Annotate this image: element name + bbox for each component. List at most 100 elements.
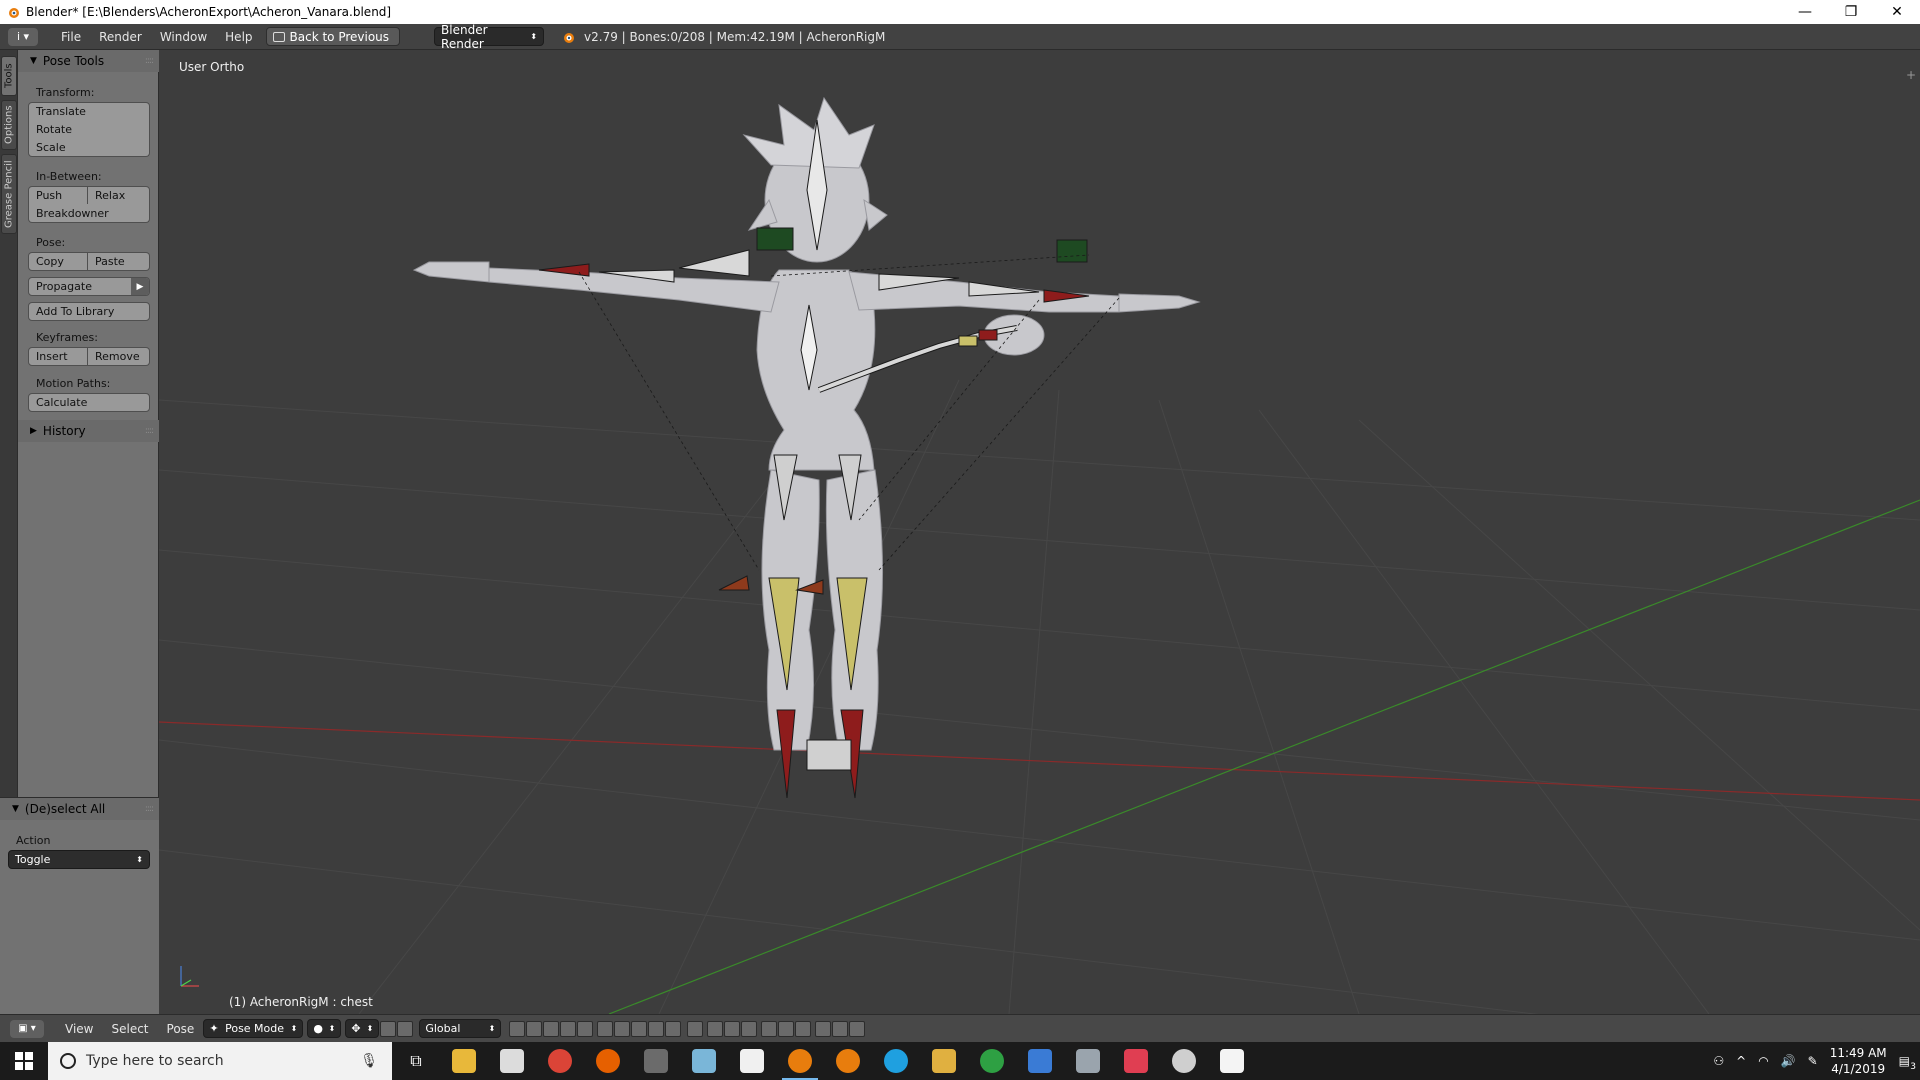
expand-menu-icon[interactable]: ▶: [131, 278, 149, 295]
taskbar-blender[interactable]: [824, 1042, 872, 1080]
manipulator-toggle-icon[interactable]: [380, 1020, 397, 1037]
menu-pose[interactable]: Pose: [158, 1022, 204, 1036]
rotate-button[interactable]: Rotate: [28, 120, 150, 139]
viewport-shading-select[interactable]: ● ⬍: [307, 1019, 342, 1038]
render-engine-select[interactable]: Blender Render ⬍: [434, 23, 545, 51]
close-button[interactable]: ✕: [1874, 0, 1920, 24]
taskbar-app-5[interactable]: [968, 1042, 1016, 1080]
region-toggle-icon[interactable]: +: [1906, 68, 1916, 82]
lock-to-object-icon[interactable]: [687, 1020, 704, 1037]
layer-button-8[interactable]: [631, 1020, 648, 1037]
pose-tools-panel-header[interactable]: ▼ Pose Tools ::::: [18, 50, 159, 72]
add-to-library-button[interactable]: Add To Library: [28, 302, 150, 321]
mail-icon: [500, 1049, 524, 1073]
opengl-render-icon[interactable]: [832, 1020, 849, 1037]
pivot-point-select[interactable]: ✥ ⬍: [345, 1019, 380, 1038]
restore-button[interactable]: ❐: [1828, 0, 1874, 24]
panel-grip-icon[interactable]: ::::: [145, 804, 154, 814]
layer-button-3[interactable]: [543, 1020, 560, 1037]
disclosure-open-icon: ▼: [30, 56, 37, 66]
layer-button-5[interactable]: [577, 1020, 594, 1037]
taskbar-app-4[interactable]: [920, 1042, 968, 1080]
taskbar-app-2[interactable]: [680, 1042, 728, 1080]
action-select[interactable]: Toggle ⬍: [8, 850, 150, 869]
pivot-icon: ✥: [351, 1022, 361, 1035]
taskbar-chrome[interactable]: [536, 1042, 584, 1080]
taskbar-calculator[interactable]: [728, 1042, 776, 1080]
translate-manipulator-icon[interactable]: [397, 1020, 414, 1037]
paste-pose-button[interactable]: Paste: [88, 252, 150, 271]
menu-file[interactable]: File: [52, 30, 90, 44]
start-button[interactable]: [0, 1042, 48, 1080]
window-title: Blender* [E:\Blenders\AcheronExport\Ache…: [26, 5, 392, 19]
menu-window[interactable]: Window: [151, 30, 216, 44]
layer-button-4[interactable]: [560, 1020, 577, 1037]
xray-icon[interactable]: [707, 1020, 724, 1037]
panel-grip-icon[interactable]: ::::: [145, 426, 154, 436]
menu-select[interactable]: Select: [102, 1022, 157, 1036]
select-arrows-icon: ⬍: [136, 855, 143, 864]
taskbar-photos[interactable]: [1208, 1042, 1256, 1080]
taskbar-app-6[interactable]: [1016, 1042, 1064, 1080]
render-preview-icon[interactable]: [815, 1020, 832, 1037]
opengl-anim-icon[interactable]: [849, 1020, 866, 1037]
people-icon[interactable]: ⚇: [1713, 1054, 1724, 1068]
taskbar-search-box[interactable]: Type here to search 🎙: [48, 1042, 392, 1080]
microphone-icon[interactable]: 🎙: [360, 1053, 378, 1069]
tab-grease-pencil[interactable]: Grease Pencil: [1, 154, 17, 234]
paste-pose-icon[interactable]: [778, 1020, 795, 1037]
clock[interactable]: 11:49 AM 4/1/2019: [1830, 1045, 1887, 1077]
floor-grid: [159, 369, 1920, 1014]
volume-icon[interactable]: 🔊: [1781, 1054, 1796, 1068]
push-button[interactable]: Push: [28, 186, 88, 205]
breakdowner-button[interactable]: Breakdowner: [28, 204, 150, 223]
taskbar-app-8[interactable]: [1112, 1042, 1160, 1080]
3d-viewport[interactable]: User Ortho (1) AcheronRigM : chest +: [159, 50, 1920, 1014]
taskbar-mail[interactable]: [488, 1042, 536, 1080]
taskbar-app-7[interactable]: [1064, 1042, 1112, 1080]
show-hidden-icons-icon[interactable]: ^: [1736, 1054, 1746, 1068]
insert-keyframe-button[interactable]: Insert: [28, 347, 88, 366]
layer-button-9[interactable]: [648, 1020, 665, 1037]
translate-button[interactable]: Translate: [28, 102, 150, 121]
history-panel-header[interactable]: ▶ History ::::: [18, 420, 159, 442]
taskbar-app-3[interactable]: [872, 1042, 920, 1080]
snap-icon[interactable]: [741, 1020, 758, 1037]
minimize-button[interactable]: —: [1782, 0, 1828, 24]
menu-view[interactable]: View: [56, 1022, 102, 1036]
transform-orientation-select[interactable]: Global ⬍: [419, 1019, 502, 1038]
paste-flipped-icon[interactable]: [795, 1020, 812, 1037]
taskbar-app-9[interactable]: [1160, 1042, 1208, 1080]
editor-type-selector[interactable]: ▣ ▾: [10, 1019, 44, 1038]
menu-render[interactable]: Render: [90, 30, 151, 44]
scale-button[interactable]: Scale: [28, 138, 150, 157]
taskbar-blender-active[interactable]: [776, 1042, 824, 1080]
task-view-button[interactable]: ⧉: [392, 1042, 440, 1080]
network-icon[interactable]: ◠: [1758, 1054, 1768, 1068]
propagate-button[interactable]: Propagate ▶: [28, 277, 150, 296]
action-center-icon[interactable]: ▤ 3: [1899, 1054, 1916, 1072]
tab-tools[interactable]: Tools: [1, 56, 17, 96]
operator-panel-header[interactable]: ▼ (De)select All ::::: [0, 798, 159, 820]
copy-pose-icon[interactable]: [761, 1020, 778, 1037]
layer-button-6[interactable]: [597, 1020, 614, 1037]
pen-icon[interactable]: ✎: [1808, 1054, 1818, 1068]
back-to-previous-button[interactable]: Back to Previous: [265, 27, 401, 46]
calculate-button[interactable]: Calculate: [28, 393, 150, 412]
layer-button-10[interactable]: [665, 1020, 682, 1037]
copy-pose-button[interactable]: Copy: [28, 252, 88, 271]
auto-ik-icon[interactable]: [724, 1020, 741, 1037]
layer-button-2[interactable]: [526, 1020, 543, 1037]
layer-button-1[interactable]: [509, 1020, 526, 1037]
relax-button[interactable]: Relax: [88, 186, 150, 205]
taskbar-file-explorer[interactable]: [440, 1042, 488, 1080]
editor-type-selector[interactable]: i ▾: [8, 27, 38, 46]
remove-keyframe-button[interactable]: Remove: [88, 347, 150, 366]
taskbar-app-1[interactable]: [632, 1042, 680, 1080]
panel-grip-icon[interactable]: ::::: [145, 56, 154, 66]
taskbar-firefox[interactable]: [584, 1042, 632, 1080]
tab-options[interactable]: Options: [1, 100, 17, 150]
interaction-mode-select[interactable]: ✦ Pose Mode ⬍: [203, 1019, 304, 1038]
menu-help[interactable]: Help: [216, 30, 261, 44]
layer-button-7[interactable]: [614, 1020, 631, 1037]
